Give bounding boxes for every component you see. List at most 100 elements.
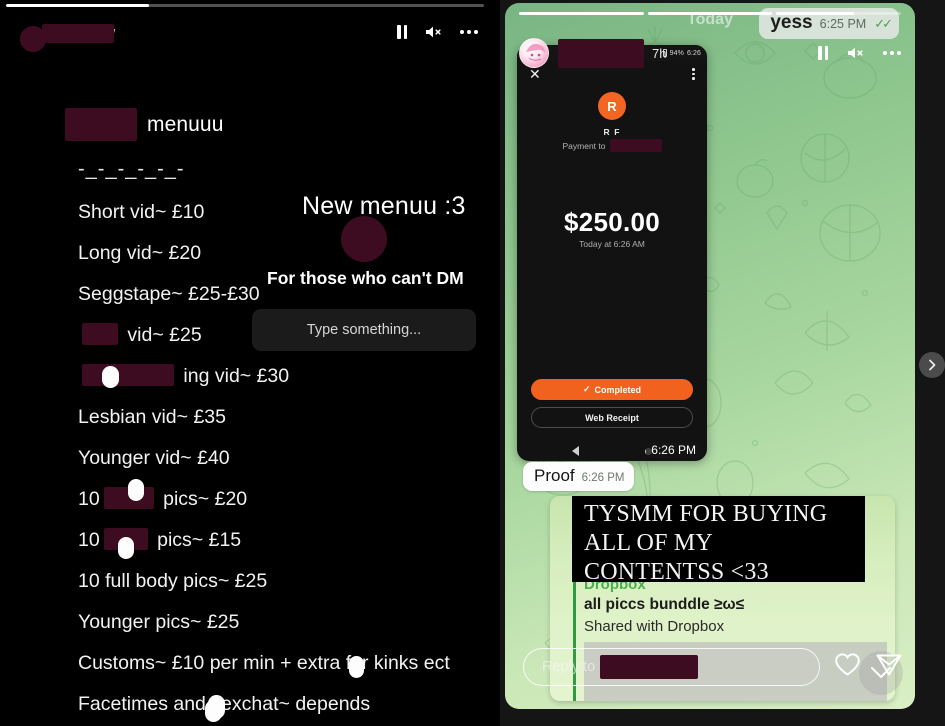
message-text: yess xyxy=(770,12,813,33)
progress-segment xyxy=(647,12,773,15)
right-story-progress xyxy=(519,12,902,15)
story-reply-bar: Reply to xyxy=(523,647,903,687)
reply-input[interactable]: Reply to xyxy=(523,648,820,686)
menu-item-label: Lesbian vid~ £35 xyxy=(78,406,226,428)
more-options-icon[interactable] xyxy=(882,51,901,55)
menu-divider: -_-_-_-_-_- xyxy=(78,158,185,180)
menu-item-label: Customs~ £10 per min + extra for kinks e… xyxy=(78,652,450,674)
story-card: Today yess 6:25 PM ✓✓ 7h 94% 6:26 ✕ R R … xyxy=(505,3,915,709)
menu-item-prefix: 10 xyxy=(78,529,100,551)
story-timestamp: 7h xyxy=(652,45,667,61)
reply-placeholder: Reply to xyxy=(542,659,596,675)
menu-item: ing vid~ £30 xyxy=(78,356,484,397)
proof-message-bubble: Proof 6:26 PM xyxy=(523,462,635,491)
left-story-user[interactable] xyxy=(12,18,114,52)
message-time: 6:26 PM xyxy=(581,472,625,484)
read-receipt-icon: ✓✓ xyxy=(874,16,893,31)
pause-icon[interactable] xyxy=(818,46,829,60)
left-story-header: 5w xyxy=(0,12,490,52)
story-viewer-screen: 5w menuuu -_-_-_-_-_- Short vid~ £10 Long… xyxy=(0,0,945,726)
menu-item-label: vid~ £25 xyxy=(122,324,202,346)
mute-icon[interactable] xyxy=(425,25,443,39)
web-receipt-button[interactable]: Web Receipt xyxy=(531,407,693,428)
payment-timestamp: Today at 6:26 AM xyxy=(579,239,645,249)
menu-item: Customs~ £10 per min + extra for kinks e… xyxy=(78,643,484,684)
menu-item-label: pics~ £20 xyxy=(157,488,248,510)
overlay-text: TYSMM FOR BUYING ALL OF MY CONTENTSS <33 xyxy=(584,501,828,585)
redaction-blob xyxy=(341,216,387,262)
left-story-content: menuuu -_-_-_-_-_- Short vid~ £10 Long vi… xyxy=(0,0,490,726)
payment-to-label: Payment to xyxy=(562,140,606,151)
menu-item: Younger pics~ £25 xyxy=(78,602,484,643)
menu-item-prefix: 10 xyxy=(78,488,100,510)
progress-segment xyxy=(776,12,902,15)
payment-to-row: Payment to xyxy=(517,139,707,152)
touch-indicator xyxy=(349,656,364,678)
avatar[interactable] xyxy=(519,38,549,68)
story-text-overlay: TYSMM FOR BUYING ALL OF MY CONTENTSS <33 xyxy=(572,496,865,585)
progress-fill xyxy=(6,4,150,7)
message-text: Proof xyxy=(534,466,575,485)
menu-item-label: Seggstape~ £25-£30 xyxy=(78,283,260,305)
right-story-panel[interactable]: Today yess 6:25 PM ✓✓ 7h 94% 6:26 ✕ R R … xyxy=(500,0,945,726)
payment-amount: $250.00 xyxy=(563,207,661,237)
payee-avatar: R xyxy=(598,92,626,120)
left-story-progress xyxy=(6,4,484,7)
menu-item-label: pics~ £15 xyxy=(151,529,242,551)
menu-item-label: Younger vid~ £40 xyxy=(78,447,230,469)
menu-item-redacted xyxy=(82,323,118,345)
progress-fill xyxy=(776,12,854,15)
back-icon[interactable] xyxy=(572,446,579,456)
more-options-icon[interactable] xyxy=(459,30,478,34)
touch-indicator xyxy=(102,366,119,388)
payee-redacted xyxy=(609,139,662,152)
story-reply-placeholder: Type something... xyxy=(306,322,422,338)
menu-item: Lesbian vid~ £35 xyxy=(78,397,484,438)
menu-title-row: menuuu xyxy=(65,108,224,141)
clock-overlay: 6:26 PM xyxy=(646,442,701,458)
panel-divider xyxy=(490,0,500,726)
story-reply-input[interactable]: Type something... xyxy=(252,309,476,351)
mute-icon[interactable] xyxy=(847,46,865,60)
menu-item-label: Long vid~ £20 xyxy=(78,242,202,264)
heart-icon[interactable] xyxy=(834,652,861,682)
username-redacted xyxy=(42,24,114,43)
check-icon: ✓ xyxy=(582,384,591,394)
title-redacted xyxy=(65,108,137,141)
next-story-button[interactable] xyxy=(919,352,945,378)
recipient-redacted xyxy=(600,655,699,679)
menu-item-redacted xyxy=(82,364,174,386)
username-redacted xyxy=(558,38,644,68)
send-icon[interactable] xyxy=(875,652,903,683)
menu-item: Facetimes and sexchat~ depends xyxy=(78,684,484,725)
overlay-headline: New menuu :3 xyxy=(302,192,466,220)
payment-screenshot: 94% 6:26 ✕ R R F Payment to $250.00 Toda… xyxy=(517,45,707,461)
menu-item-label: 10 full body pics~ £25 xyxy=(78,570,268,592)
chevron-right-icon xyxy=(929,359,936,371)
completed-label: Completed xyxy=(594,384,642,395)
touch-indicator xyxy=(208,695,225,719)
web-receipt-label: Web Receipt xyxy=(585,412,639,423)
menu-item-label: Younger pics~ £25 xyxy=(78,611,240,633)
progress-fill xyxy=(647,12,773,15)
overlay-subtitle: For those who can't DM xyxy=(267,268,464,288)
completed-status-button[interactable]: ✓ Completed xyxy=(531,379,693,400)
menu-item: 10 pics~ £15 xyxy=(78,520,484,561)
message-time: 6:25 PM xyxy=(819,17,867,31)
progress-segment xyxy=(6,4,484,7)
touch-indicator xyxy=(128,479,144,501)
menu-item: 10 full body pics~ £25 xyxy=(78,561,484,602)
menu-item: Younger vid~ £40 xyxy=(78,438,484,479)
right-story-header: 7h xyxy=(505,33,915,73)
right-story-controls xyxy=(818,46,901,60)
progress-fill xyxy=(519,12,644,15)
left-story-panel[interactable]: 5w menuuu -_-_-_-_-_- Short vid~ £10 Long… xyxy=(0,0,490,726)
menu-item-label: ing vid~ £30 xyxy=(178,365,290,387)
document-shared-label: Shared with Dropbox xyxy=(584,618,725,635)
touch-indicator xyxy=(118,537,134,559)
progress-segment xyxy=(519,12,644,15)
payee-initials: R F xyxy=(603,127,621,137)
pause-icon[interactable] xyxy=(397,25,408,39)
menu-title: menuuu xyxy=(147,112,224,136)
left-story-controls xyxy=(397,25,478,39)
